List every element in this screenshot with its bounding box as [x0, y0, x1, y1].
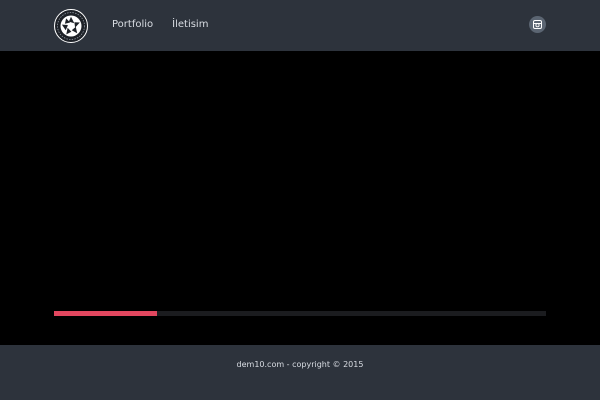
copyright-text: dem10.com - copyright © 2015	[236, 360, 364, 369]
camera-aperture-logo-icon[interactable]	[54, 9, 88, 43]
nav-iletisim-link[interactable]: İletisim	[172, 18, 208, 32]
main-nav: Portfolio İletisim	[112, 18, 208, 32]
slider-progress-bar	[54, 311, 546, 316]
image-slider[interactable]	[0, 51, 600, 345]
site-header: Portfolio İletisim	[0, 0, 600, 51]
nav-portfolio-link[interactable]: Portfolio	[112, 18, 153, 32]
instagram-icon	[533, 20, 542, 29]
instagram-button[interactable]	[529, 16, 546, 33]
site-footer: dem10.com - copyright © 2015	[0, 345, 600, 400]
slider-progress-fill	[54, 311, 158, 316]
